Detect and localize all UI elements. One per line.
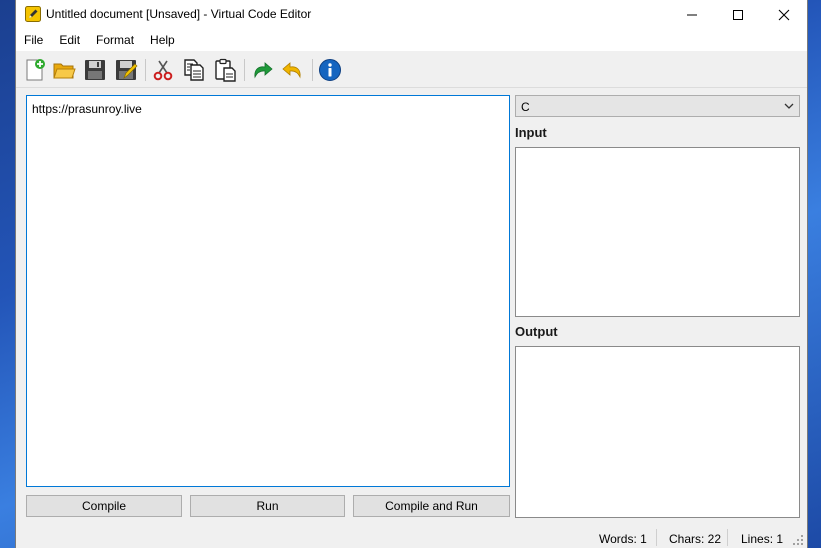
undo-icon (282, 62, 301, 79)
status-bar: Words: 1 Chars: 22 Lines: 1 (16, 526, 807, 548)
menu-format[interactable]: Format (88, 30, 142, 51)
menu-file[interactable]: File (16, 30, 51, 51)
title-bar[interactable]: Untitled document [Unsaved] - Virtual Co… (16, 0, 807, 30)
cut-button[interactable] (150, 57, 176, 83)
save-icon (85, 60, 105, 80)
minimize-button[interactable] (669, 0, 715, 30)
resize-grip-icon[interactable] (792, 534, 804, 546)
maximize-icon (733, 10, 743, 20)
copy-icon (184, 59, 204, 81)
open-folder-icon (53, 63, 76, 79)
toolbar-separator (312, 59, 313, 81)
close-icon (778, 9, 790, 21)
redo-icon (254, 62, 273, 79)
maximize-button[interactable] (715, 0, 761, 30)
input-label: Input (515, 125, 547, 140)
language-value: C (521, 100, 530, 114)
toolbar-separator (244, 59, 245, 81)
compile-button[interactable]: Compile (26, 495, 182, 517)
minimize-icon (687, 14, 697, 16)
paste-button[interactable] (212, 57, 238, 83)
paste-icon (215, 58, 236, 82)
new-file-icon (26, 59, 45, 81)
line-count: Lines: 1 (741, 532, 784, 546)
copy-button[interactable] (181, 57, 207, 83)
chevron-down-icon (784, 103, 794, 109)
input-textbox[interactable] (515, 147, 800, 317)
output-label: Output (515, 324, 558, 339)
save-button[interactable] (82, 57, 108, 83)
menu-bar: File Edit Format Help (16, 30, 807, 51)
cut-icon (153, 60, 173, 81)
output-textbox[interactable] (515, 346, 800, 518)
info-button[interactable] (317, 57, 343, 83)
editor-content: https://prasunroy.live (32, 102, 142, 116)
app-pencil-icon (25, 6, 41, 22)
word-count: Words: 1 (599, 532, 647, 546)
run-button[interactable]: Run (190, 495, 345, 517)
compile-and-run-button[interactable]: Compile and Run (353, 495, 510, 517)
save-as-icon (116, 60, 138, 80)
status-separator (727, 529, 728, 546)
language-select[interactable]: C (515, 95, 800, 117)
toolbar-separator (145, 59, 146, 81)
new-file-button[interactable] (22, 57, 48, 83)
redo-button[interactable] (249, 57, 275, 83)
open-button[interactable] (51, 57, 77, 83)
code-editor[interactable]: https://prasunroy.live (26, 95, 510, 487)
window-title: Untitled document [Unsaved] - Virtual Co… (46, 7, 312, 21)
save-as-button[interactable] (113, 57, 139, 83)
toolbar (16, 51, 807, 88)
undo-button[interactable] (280, 57, 306, 83)
info-icon (319, 59, 341, 81)
menu-help[interactable]: Help (142, 30, 183, 51)
close-button[interactable] (761, 0, 807, 30)
char-count: Chars: 22 (669, 532, 722, 546)
menu-edit[interactable]: Edit (51, 30, 88, 51)
status-separator (656, 529, 657, 546)
editor-window: Untitled document [Unsaved] - Virtual Co… (15, 0, 808, 548)
